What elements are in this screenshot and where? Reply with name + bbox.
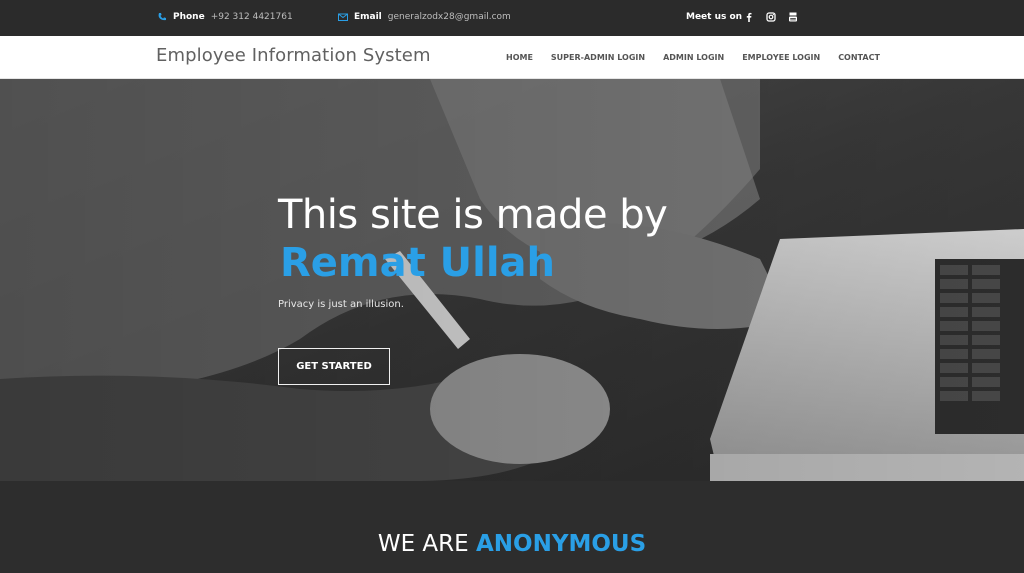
facebook-icon[interactable] <box>743 11 755 23</box>
phone-value[interactable]: +92 312 4421761 <box>211 12 293 22</box>
social-links <box>743 11 799 23</box>
email-value[interactable]: generalzodx28@gmail.com <box>388 12 511 22</box>
nav-employee-login[interactable]: EMPLOYEE LOGIN <box>742 53 820 62</box>
hero-title: This site is made by <box>278 192 668 238</box>
get-started-button[interactable]: GET STARTED <box>278 348 390 385</box>
top-contact-bar: Phone +92 312 4421761 Email generalzodx2… <box>0 0 1024 36</box>
about-heading-highlight: ANONYMOUS <box>475 531 647 557</box>
nav-super-admin-login[interactable]: SUPER-ADMIN LOGIN <box>551 53 645 62</box>
hero-subtitle: Privacy is just an illusion. <box>278 299 404 310</box>
phone-icon <box>157 12 167 22</box>
hero-author-name: Remat Ullah <box>280 240 556 286</box>
about-heading: WE ARE ANONYMOUS <box>0 531 1024 557</box>
envelope-icon <box>338 12 348 22</box>
main-nav: HOME SUPER-ADMIN LOGIN ADMIN LOGIN EMPLO… <box>506 53 880 62</box>
email-contact: Email generalzodx28@gmail.com <box>338 12 511 22</box>
about-section: WE ARE ANONYMOUS <box>0 481 1024 573</box>
email-label: Email <box>354 12 382 22</box>
youtube-icon[interactable] <box>787 11 799 23</box>
meet-us: Meet us on <box>686 12 742 22</box>
meet-us-label: Meet us on <box>686 12 743 22</box>
hero-section: This site is made by Remat Ullah Privacy… <box>0 79 1024 481</box>
instagram-icon[interactable] <box>765 11 777 23</box>
nav-contact[interactable]: CONTACT <box>838 53 880 62</box>
phone-label: Phone <box>173 12 205 22</box>
nav-admin-login[interactable]: ADMIN LOGIN <box>663 53 724 62</box>
main-navbar: Employee Information System HOME SUPER-A… <box>0 36 1024 79</box>
phone-contact: Phone +92 312 4421761 <box>157 12 293 22</box>
about-heading-prefix: WE ARE <box>377 531 469 557</box>
nav-home[interactable]: HOME <box>506 53 533 62</box>
brand-title[interactable]: Employee Information System <box>156 45 431 66</box>
